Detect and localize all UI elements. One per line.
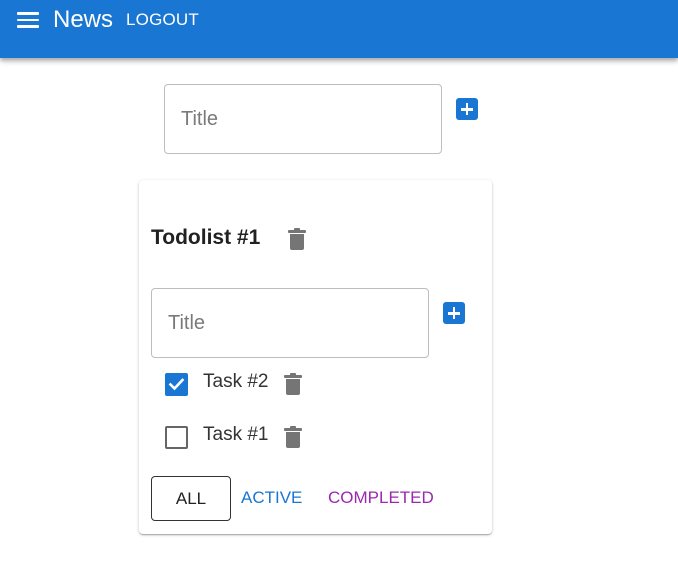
app-title: News <box>53 6 114 33</box>
filter-active-button[interactable]: ACTIVE <box>241 488 302 508</box>
todolist-card: Todolist #1 Task #2 Task #1 ALL ACTIVE C… <box>139 180 492 534</box>
task-label: Task #1 <box>203 424 269 445</box>
todolist-title: Todolist #1 <box>151 226 261 249</box>
delete-list-button[interactable] <box>288 228 306 250</box>
checkbox-unchecked-icon[interactable] <box>165 426 188 449</box>
checkbox-checked-icon[interactable] <box>165 373 188 396</box>
add-task-button[interactable] <box>443 302 465 324</box>
delete-task-button[interactable] <box>284 373 302 395</box>
app-bar: News LOGOUT <box>0 0 678 58</box>
add-task-field[interactable] <box>151 288 429 358</box>
delete-task-button[interactable] <box>284 426 302 448</box>
add-list-field[interactable] <box>164 84 442 154</box>
logout-button[interactable]: LOGOUT <box>126 10 199 30</box>
add-list-input[interactable] <box>165 85 441 153</box>
task-label: Task #2 <box>203 371 269 392</box>
add-task-input[interactable] <box>152 289 428 357</box>
menu-icon[interactable] <box>16 10 40 30</box>
filter-completed-button[interactable]: COMPLETED <box>328 488 434 508</box>
filter-all-button[interactable]: ALL <box>151 476 231 521</box>
add-list-button[interactable] <box>456 98 478 120</box>
